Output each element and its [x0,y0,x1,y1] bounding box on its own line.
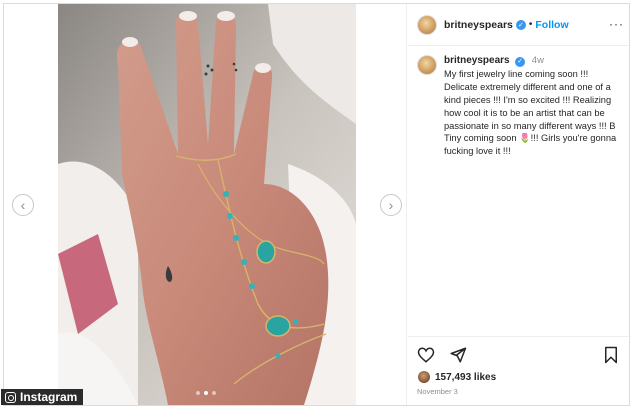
post-sidebar: britneyspears ✓ • Follow ··· britneyspea… [408,4,631,405]
avatar[interactable] [417,14,437,35]
carousel-prev-button[interactable]: ‹ [12,194,34,216]
caption: britneyspears ✓ 4w My first jewelry line… [417,54,625,158]
instagram-watermark: Instagram [1,389,84,405]
caption-username[interactable]: britneyspears [444,55,510,66]
instagram-logo-icon [5,391,16,403]
more-options-button[interactable]: ··· [609,17,624,31]
bookmark-icon[interactable] [603,346,619,364]
post-time[interactable]: 4w [532,55,544,66]
separator: • [528,19,533,30]
media-area: ‹ › [4,4,407,405]
carousel-indicator [196,391,216,395]
share-icon[interactable] [449,346,467,364]
carousel-dot-active [204,391,208,395]
verified-icon: ✓ [515,57,526,68]
carousel-next-button[interactable]: › [380,194,402,216]
header-username[interactable]: britneyspears [444,19,513,31]
post-photo[interactable] [58,4,356,405]
carousel-dot [212,391,216,395]
chevron-left-icon: ‹ [20,197,26,213]
caption-body: britneyspears ✓ 4w My first jewelry line… [444,54,622,158]
post-frame: ‹ › britneyspears ✓ • Follow ··· britney… [3,3,631,406]
heart-icon[interactable] [417,346,435,364]
action-bar: 157,493 likes November 3 [408,336,631,405]
post-date: November 3 [417,387,458,396]
liker-avatar[interactable] [417,370,431,384]
watermark-label: Instagram [20,390,78,404]
caption-avatar[interactable] [417,55,437,75]
verified-icon: ✓ [515,19,526,30]
likes-row: 157,493 likes [417,370,496,384]
follow-button[interactable]: Follow [535,19,568,31]
caption-text: My first jewelry line coming soon !!! De… [444,68,617,157]
carousel-dot [196,391,200,395]
photo-image [58,4,356,405]
action-icons [417,346,467,364]
post-header: britneyspears ✓ • Follow ··· [408,4,631,46]
chevron-right-icon: › [388,197,394,213]
likes-count[interactable]: 157,493 likes [435,372,496,383]
